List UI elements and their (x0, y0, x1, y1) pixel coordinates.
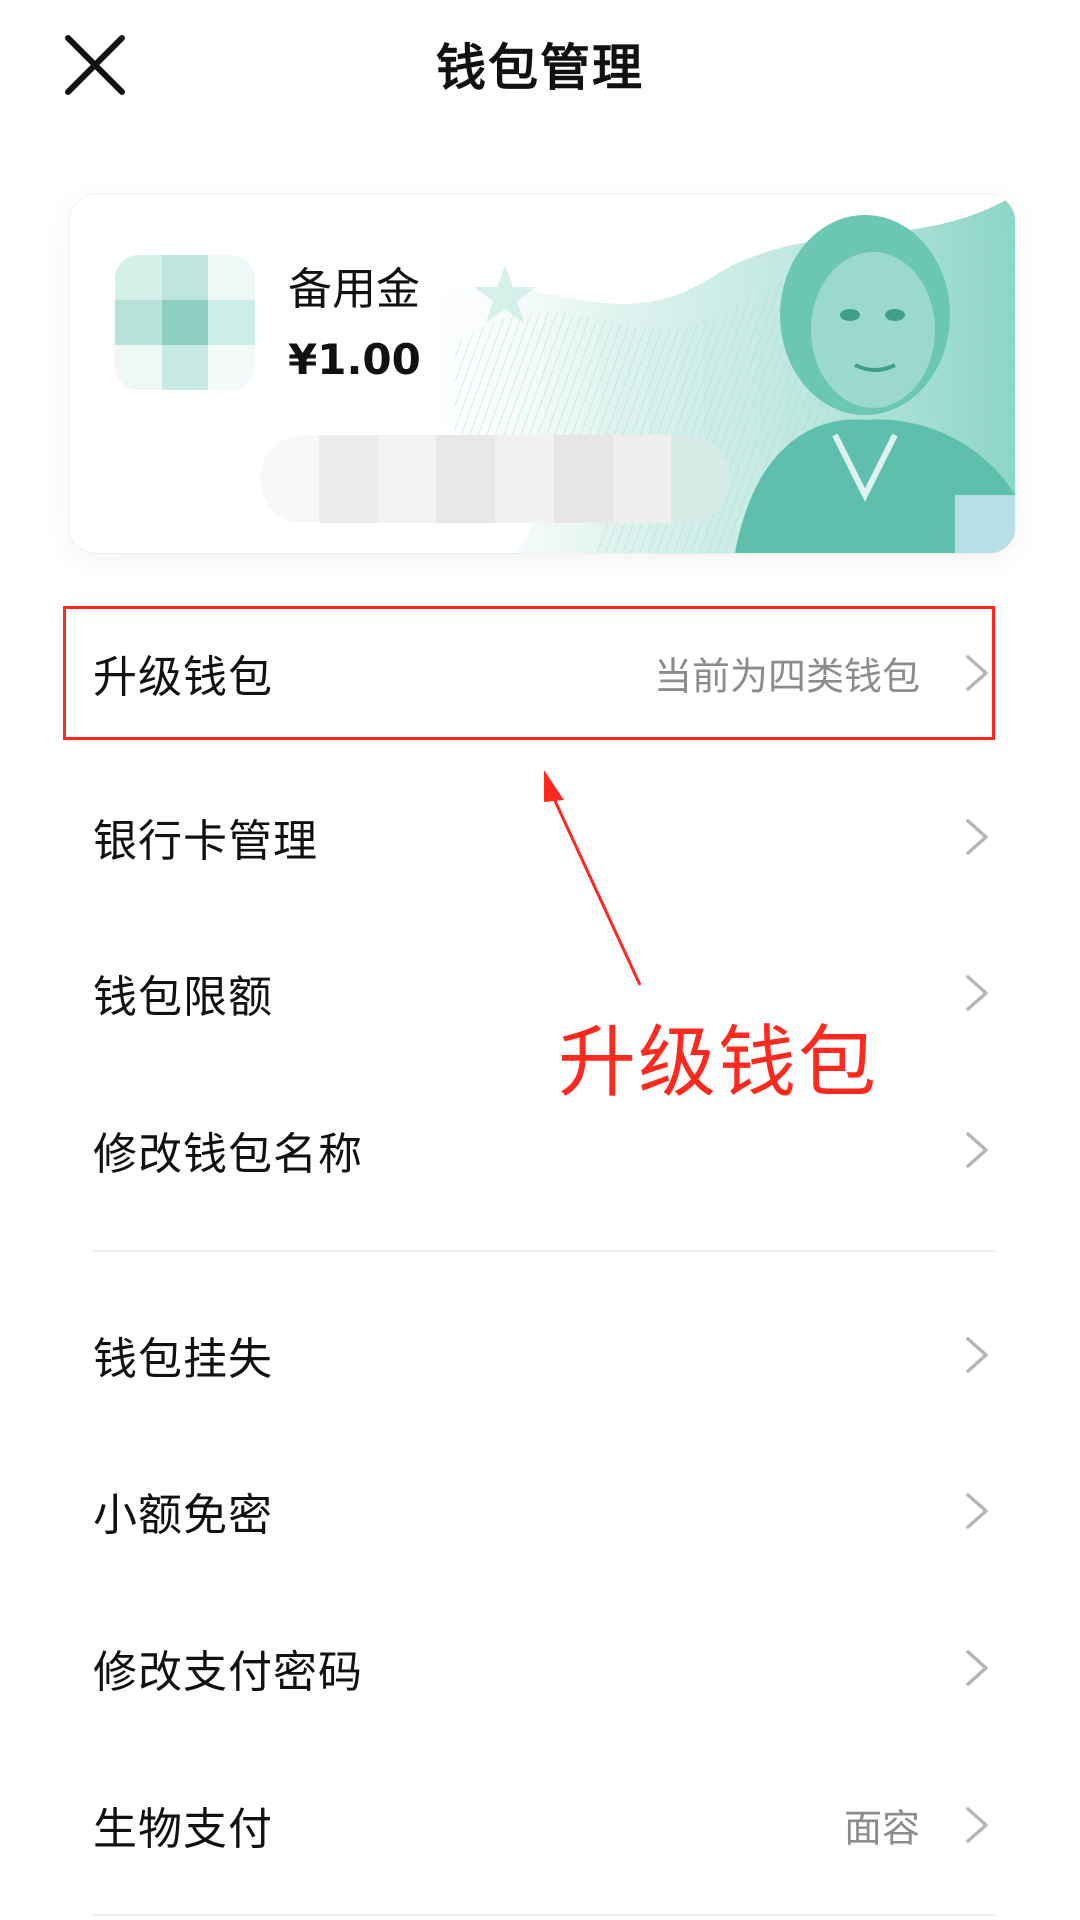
chevron-right-icon (964, 1648, 990, 1688)
menu-item-label: 银行卡管理 (93, 816, 318, 867)
wallet-avatar (115, 255, 255, 390)
chevron-right-icon (964, 1130, 990, 1170)
menu-item-upgrade-wallet[interactable]: 升级钱包 当前为四类钱包 (0, 608, 1080, 738)
menu-item-bank-card[interactable]: 银行卡管理 (0, 772, 1080, 902)
menu-item-wallet-limit[interactable]: 钱包限额 (0, 928, 1080, 1058)
menu-item-label: 升级钱包 (93, 652, 273, 703)
wallet-balance: ¥1.00 (288, 335, 421, 384)
section-divider (92, 1914, 995, 1916)
chevron-right-icon (964, 653, 990, 693)
wallet-name: 备用金 (288, 264, 420, 315)
menu-item-small-amount-password-free[interactable]: 小额免密 (0, 1446, 1080, 1576)
menu-item-rename-wallet[interactable]: 修改钱包名称 (0, 1085, 1080, 1215)
menu-item-change-pay-password[interactable]: 修改支付密码 (0, 1603, 1080, 1733)
menu-item-label: 修改支付密码 (93, 1647, 363, 1698)
chevron-right-icon (964, 973, 990, 1013)
chevron-right-icon (964, 1491, 990, 1531)
chevron-right-icon (964, 817, 990, 857)
menu-item-biometric-pay[interactable]: 生物支付 面容 (0, 1760, 1080, 1890)
annotation-label: 升级钱包 (558, 1018, 879, 1108)
menu-item-value: 面容 (843, 1806, 920, 1851)
chevron-right-icon (964, 1335, 990, 1375)
menu-item-label: 钱包挂失 (93, 1334, 273, 1385)
menu-item-value: 当前为四类钱包 (653, 654, 920, 699)
menu-item-label: 修改钱包名称 (93, 1129, 363, 1180)
header-bar: 钱包管理 (0, 0, 1080, 130)
menu-item-label: 钱包限额 (93, 972, 273, 1023)
wallet-id-redacted (260, 435, 730, 523)
wallet-card[interactable]: 备用金 ¥1.00 (70, 195, 1015, 553)
page-title: 钱包管理 (436, 39, 644, 97)
menu-item-label: 生物支付 (93, 1804, 273, 1855)
menu-item-label: 小额免密 (93, 1490, 273, 1541)
menu-item-report-loss[interactable]: 钱包挂失 (0, 1290, 1080, 1420)
chevron-right-icon (964, 1805, 990, 1845)
section-divider (92, 1250, 995, 1252)
